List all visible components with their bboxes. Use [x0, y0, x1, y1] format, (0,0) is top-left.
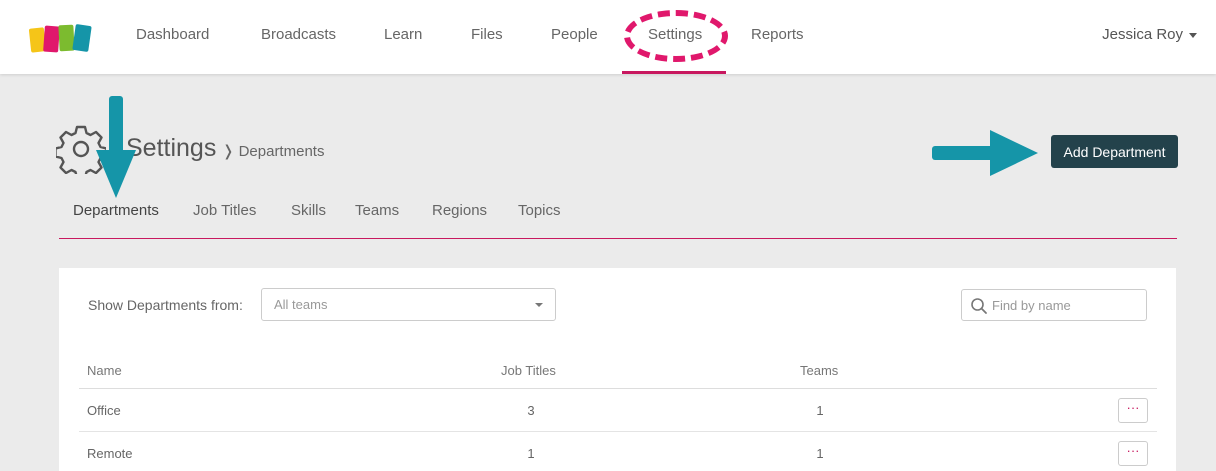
nav-files[interactable]: Files [471, 26, 503, 43]
team-filter-value: All teams [274, 297, 328, 312]
more-icon[interactable]: ··· [1118, 441, 1148, 466]
nav-people[interactable]: People [551, 26, 598, 43]
col-header-teams[interactable]: Teams [800, 363, 838, 378]
table-row[interactable]: Office 3 1 ··· [79, 389, 1157, 432]
breadcrumb-current[interactable]: Departments [239, 143, 325, 160]
tab-regions[interactable]: Regions [432, 202, 487, 219]
tab-skills[interactable]: Skills [291, 202, 326, 219]
tab-job-titles[interactable]: Job Titles [193, 202, 256, 219]
add-department-button[interactable]: Add Department [1051, 135, 1178, 168]
annotation-arrow-down [96, 96, 136, 198]
cell-teams: 1 [816, 446, 824, 461]
cell-name[interactable]: Remote [87, 446, 133, 461]
cell-name[interactable]: Office [87, 403, 121, 418]
table-row[interactable]: Remote 1 1 ··· [79, 432, 1157, 471]
nav-learn[interactable]: Learn [384, 26, 422, 43]
nav-active-indicator [622, 71, 726, 74]
nav-reports[interactable]: Reports [751, 26, 804, 43]
cell-job-titles: 1 [527, 446, 535, 461]
col-header-job-titles[interactable]: Job Titles [501, 363, 556, 378]
annotation-arrow-right [932, 130, 1038, 176]
nav-dashboard[interactable]: Dashboard [136, 26, 209, 43]
page-title: Settings [126, 134, 217, 162]
annotation-highlight-circle [624, 10, 728, 62]
filter-label: Show Departments from: [88, 297, 243, 313]
cell-teams: 1 [816, 403, 824, 418]
team-filter-select[interactable]: All teams [261, 288, 556, 321]
top-navbar: Dashboard Broadcasts Learn Files People … [0, 0, 1216, 74]
logo-icon[interactable] [28, 22, 98, 56]
search-icon [971, 298, 987, 314]
tab-topics[interactable]: Topics [518, 202, 561, 219]
search-box [961, 289, 1147, 321]
chevron-down-icon [535, 303, 543, 307]
more-icon[interactable]: ··· [1118, 398, 1148, 423]
breadcrumb: ❭ Departments [222, 142, 324, 160]
chevron-right-icon: ❭ [222, 143, 235, 160]
settings-subtabs: Departments Job Titles Skills Teams Regi… [59, 200, 1177, 239]
search-input[interactable] [992, 295, 1142, 315]
user-menu[interactable]: Jessica Roy [1102, 26, 1197, 43]
tab-teams[interactable]: Teams [355, 202, 399, 219]
nav-broadcasts[interactable]: Broadcasts [261, 26, 336, 43]
caret-down-icon [1189, 32, 1197, 38]
tab-departments[interactable]: Departments [73, 202, 159, 219]
user-name: Jessica Roy [1102, 26, 1183, 43]
col-header-name[interactable]: Name [87, 363, 122, 378]
cell-job-titles: 3 [527, 403, 535, 418]
departments-card: Show Departments from: All teams Name Jo… [59, 268, 1176, 471]
